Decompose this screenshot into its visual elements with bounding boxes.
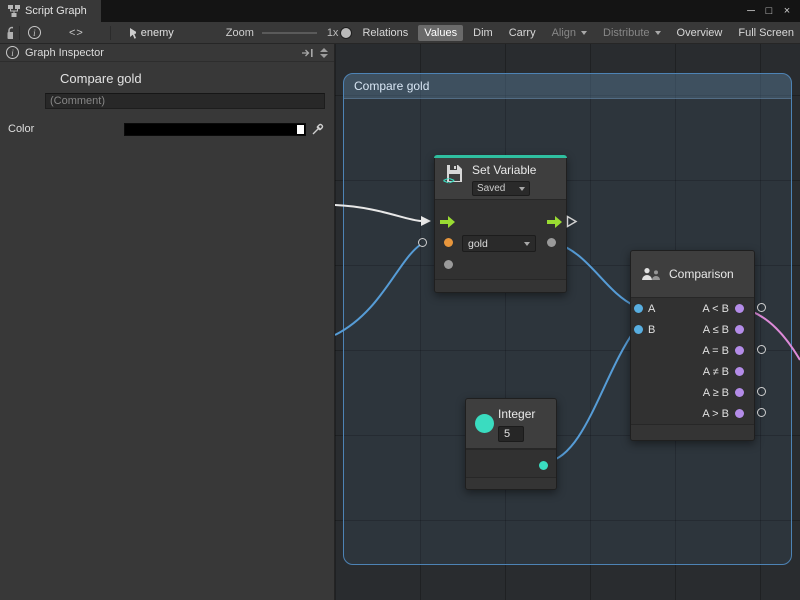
integer-body	[466, 449, 556, 477]
value-output-port[interactable]	[547, 238, 556, 247]
wire-endpoint-circle[interactable]	[757, 387, 766, 396]
zoom-slider-knob[interactable]	[340, 27, 352, 39]
graph-inspector-title: Graph Inspector	[25, 47, 104, 59]
wire-endpoint-circle[interactable]	[418, 238, 427, 247]
info-icon: i	[6, 46, 19, 59]
close-button[interactable]: ×	[778, 0, 796, 22]
value-input-port[interactable]	[444, 260, 453, 269]
integer-type-icon	[475, 414, 494, 433]
output-port-le[interactable]	[735, 325, 744, 334]
chevron-down-icon	[655, 31, 661, 35]
node-set-variable[interactable]: <> Set Variable Saved	[434, 155, 567, 293]
chevron-down-icon	[581, 31, 587, 35]
chevron-down-icon	[320, 54, 328, 58]
align-dropdown[interactable]: Align	[546, 25, 593, 41]
dim-button[interactable]: Dim	[467, 25, 499, 41]
output-port-ge[interactable]	[735, 388, 744, 397]
wire-endpoint-circle[interactable]	[757, 408, 766, 417]
output-port-ne[interactable]	[735, 367, 744, 376]
comment-input[interactable]	[45, 93, 325, 109]
integer-value-field[interactable]: 5	[498, 426, 524, 442]
separator	[110, 26, 111, 40]
comparison-icon	[641, 267, 661, 282]
svg-text:<>: <>	[443, 176, 455, 185]
dock-icon[interactable]	[301, 48, 314, 58]
graph-canvas[interactable]: Compare gold <> Set V	[335, 44, 800, 600]
comparison-row: A ≥ B	[631, 382, 754, 403]
node-footer	[435, 279, 566, 292]
relations-button[interactable]: Relations	[356, 25, 414, 41]
node-title: Set Variable	[472, 163, 536, 177]
color-label: Color	[8, 123, 124, 135]
alpha-notch	[297, 125, 304, 134]
zoom-value: 1x	[327, 27, 339, 39]
graph-toolbar: i <> enemy Zoom 1x Relations Values Dim …	[0, 22, 800, 44]
save-variable-icon: <>	[443, 163, 465, 185]
code-icon[interactable]: <>	[69, 27, 84, 39]
separator	[19, 26, 20, 40]
target-object-label[interactable]: enemy	[141, 27, 174, 39]
node-comparison[interactable]: Comparison A A < B B A ≤ B A = B A ≠ B	[630, 250, 755, 441]
flow-output-port[interactable]	[547, 216, 562, 228]
chevron-down-icon	[524, 242, 530, 246]
comparison-row: A A < B	[631, 298, 754, 319]
variable-kind-dropdown[interactable]: Saved	[472, 181, 530, 196]
tab-label: Script Graph	[25, 5, 87, 17]
input-port-b[interactable]	[634, 325, 643, 334]
node-footer	[466, 477, 556, 489]
chevron-down-icon	[519, 187, 525, 191]
input-port-a[interactable]	[634, 304, 643, 313]
tab-script-graph[interactable]: Script Graph	[0, 0, 101, 22]
comparison-row: A ≠ B	[631, 361, 754, 382]
set-variable-header[interactable]: <> Set Variable Saved	[435, 156, 566, 200]
node-title: Integer	[498, 407, 535, 421]
full-screen-button[interactable]: Full Screen	[732, 25, 800, 41]
zoom-label: Zoom	[226, 27, 254, 39]
eyedropper-icon[interactable]	[311, 122, 325, 136]
graph-inspector-panel: i Graph Inspector Compare gold Color	[0, 44, 335, 600]
node-title: Comparison	[669, 267, 734, 281]
comparison-row: A > B	[631, 403, 754, 424]
color-field-row: Color	[8, 122, 326, 136]
panel-scroll-arrows[interactable]	[320, 48, 328, 58]
target-pointer-icon	[128, 27, 135, 39]
integer-header[interactable]: Integer 5	[466, 399, 556, 449]
overview-button[interactable]: Overview	[671, 25, 729, 41]
window-titlebar: Script Graph ─ □ ×	[0, 0, 800, 22]
wire-endpoint-circle[interactable]	[757, 303, 766, 312]
group-header[interactable]: Compare gold	[344, 74, 791, 99]
set-variable-body: gold	[435, 200, 566, 279]
graph-inspector-header: i Graph Inspector	[0, 44, 334, 62]
color-field[interactable]	[124, 123, 306, 136]
comparison-header[interactable]: Comparison	[631, 251, 754, 298]
graph-title: Compare gold	[60, 71, 334, 86]
comparison-row: B A ≤ B	[631, 319, 754, 340]
wire-endpoint-circle[interactable]	[757, 345, 766, 354]
flow-input-port[interactable]	[440, 216, 455, 228]
variable-name-dropdown[interactable]: gold	[462, 235, 536, 252]
comparison-row: A = B	[631, 340, 754, 361]
info-icon[interactable]: i	[28, 26, 41, 39]
distribute-dropdown[interactable]: Distribute	[597, 25, 666, 41]
output-port-eq[interactable]	[735, 346, 744, 355]
output-port-gt[interactable]	[735, 409, 744, 418]
carry-button[interactable]: Carry	[503, 25, 542, 41]
values-button[interactable]: Values	[418, 25, 463, 41]
node-integer[interactable]: Integer 5	[465, 398, 557, 490]
node-footer	[631, 424, 754, 440]
zoom-slider[interactable]	[262, 32, 317, 34]
group-title: Compare gold	[354, 79, 429, 93]
maximize-button[interactable]: □	[760, 0, 778, 22]
variable-name-port[interactable]	[444, 238, 453, 247]
window-controls: ─ □ ×	[742, 0, 800, 22]
lock-icon[interactable]	[6, 26, 13, 40]
flow-continuation-port[interactable]	[566, 215, 578, 228]
output-port-lt[interactable]	[735, 304, 744, 313]
integer-output-port[interactable]	[539, 461, 548, 470]
main-area: i Graph Inspector Compare gold Color	[0, 44, 800, 600]
graph-icon	[8, 5, 20, 17]
chevron-up-icon	[320, 48, 328, 52]
minimize-button[interactable]: ─	[742, 0, 760, 22]
